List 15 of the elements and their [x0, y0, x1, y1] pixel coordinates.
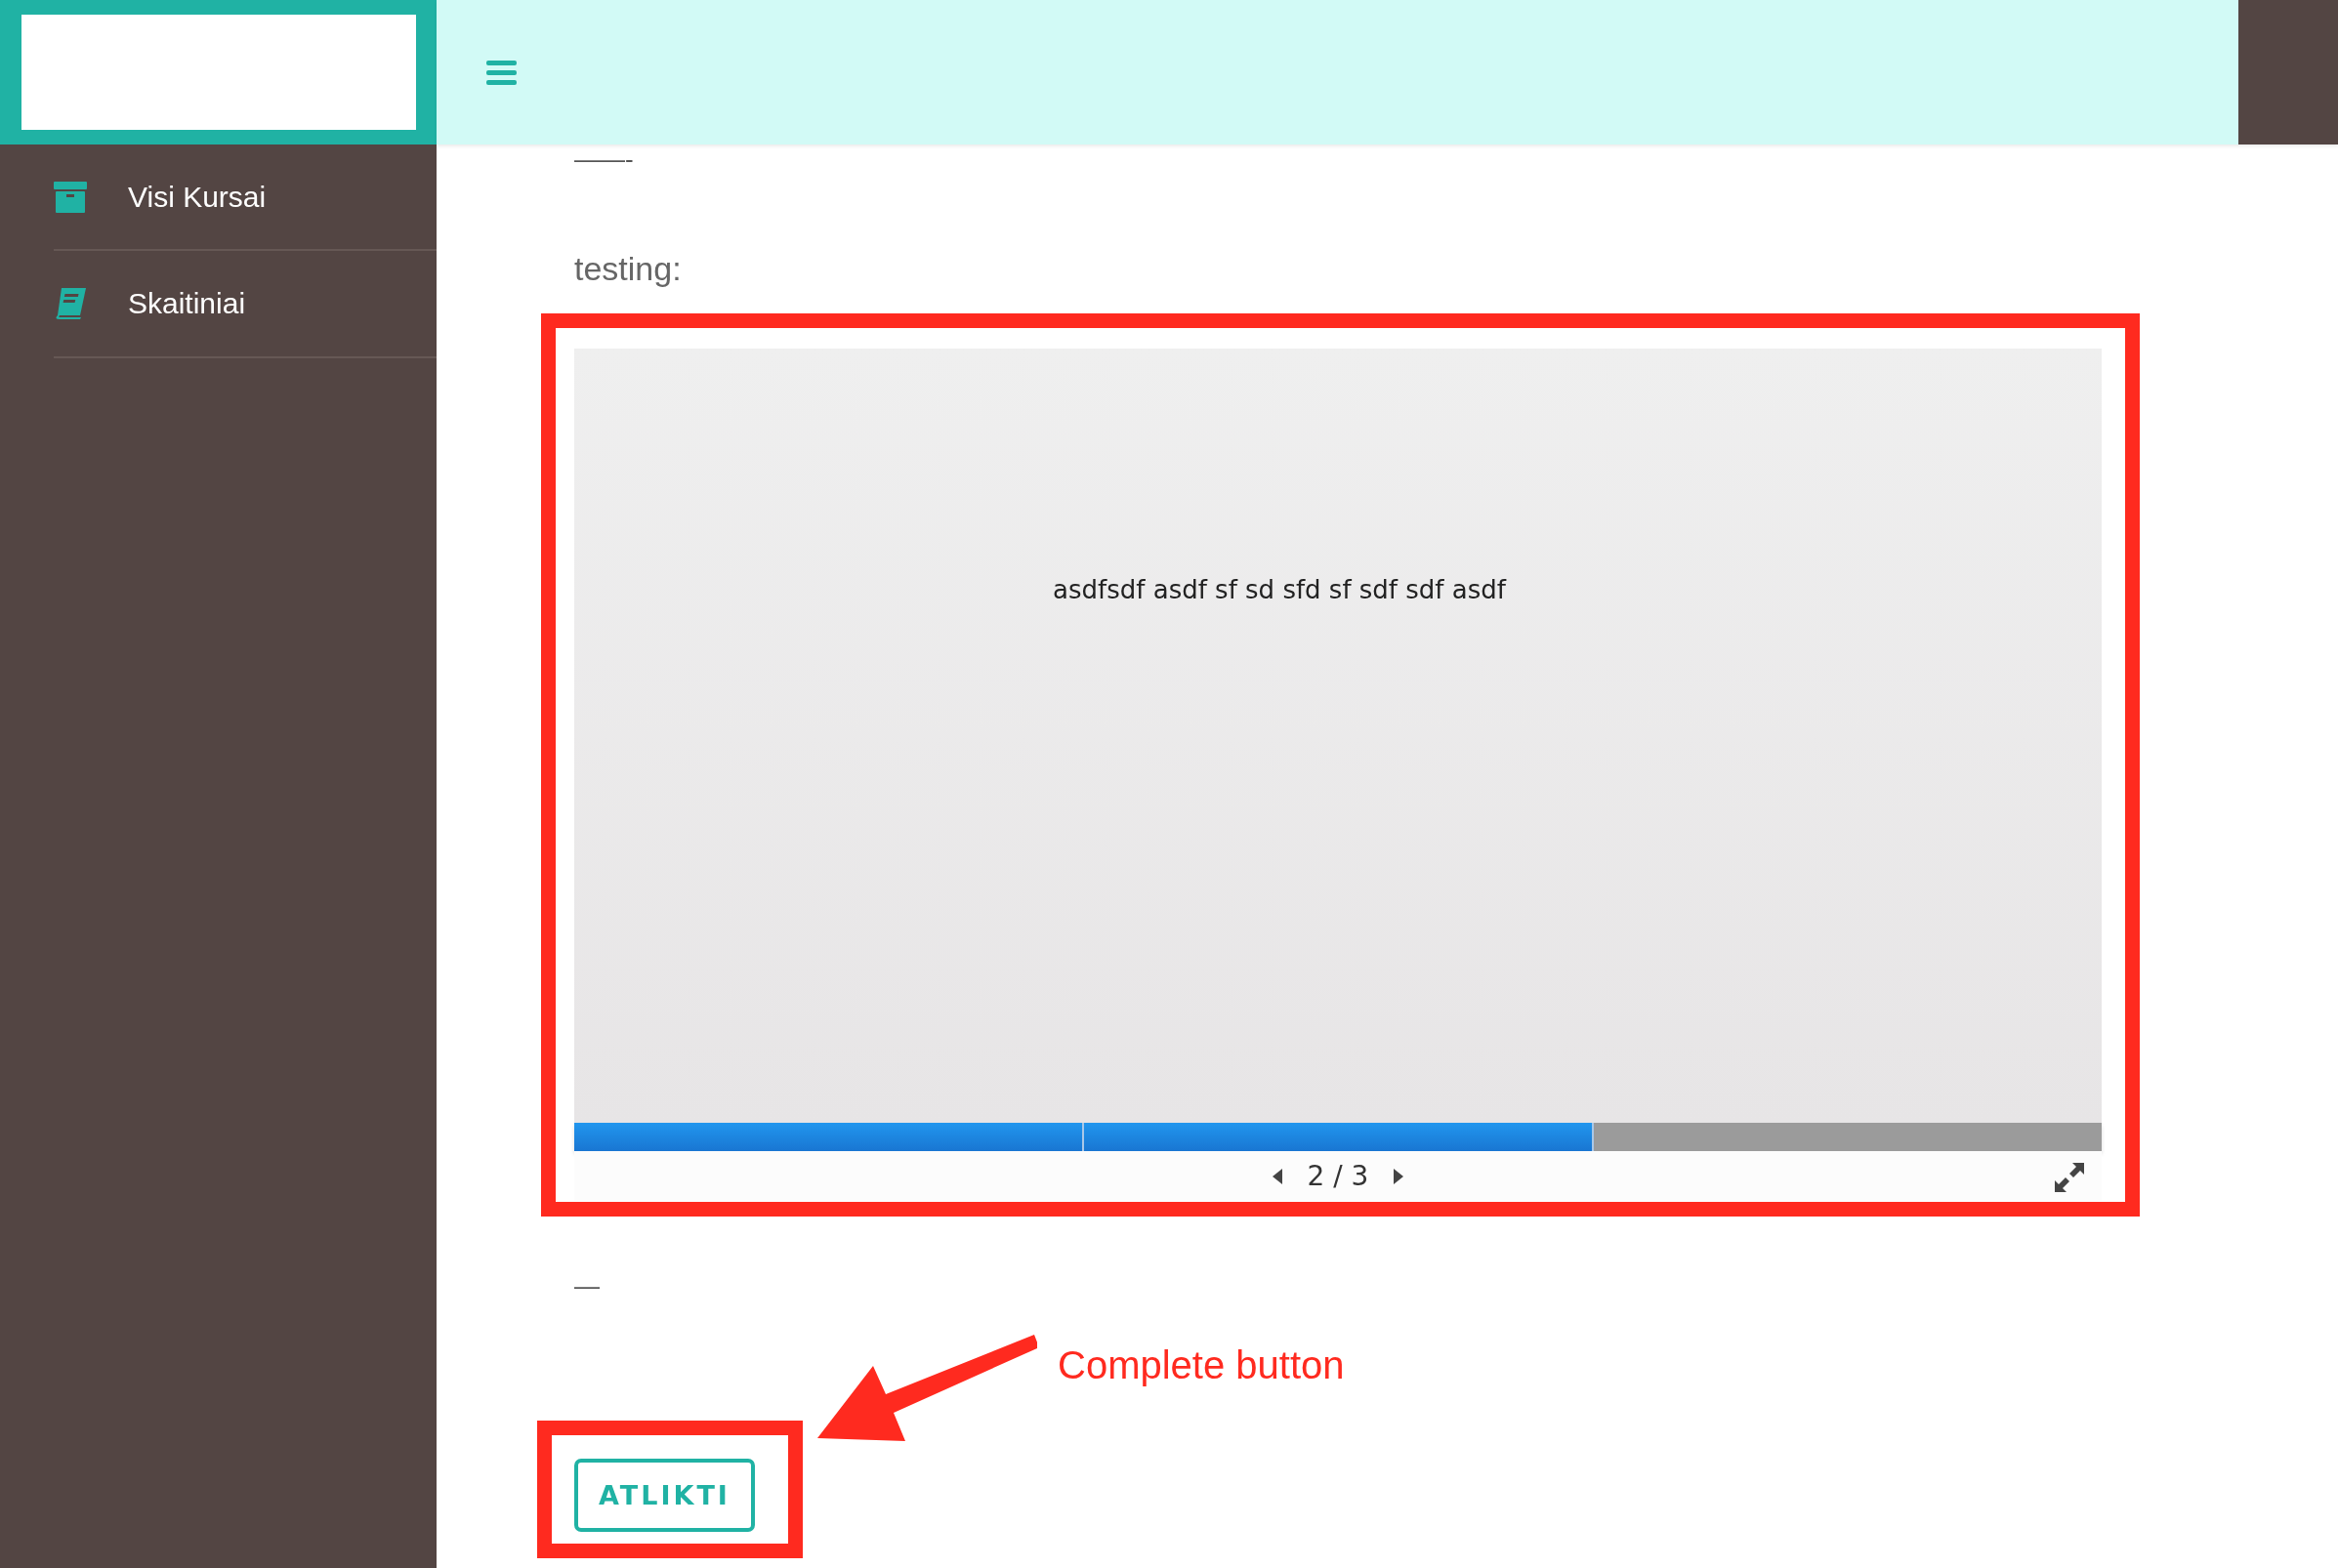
separator-text: —: [574, 1271, 600, 1300]
menu-icon: [486, 60, 517, 85]
previous-button[interactable]: [1272, 1168, 1282, 1184]
page-counter: 2 / 3: [1307, 1160, 1369, 1192]
fullscreen-button[interactable]: [2055, 1163, 2084, 1192]
caret-left-icon: [1272, 1168, 1282, 1184]
annotation-label: Complete button: [1058, 1343, 1345, 1387]
caret-right-icon: [1394, 1168, 1404, 1184]
section-heading: testing:: [574, 249, 682, 288]
archive-box-icon: [54, 181, 87, 213]
expand-arrows-icon: [2055, 1163, 2084, 1192]
book-icon: [54, 287, 87, 320]
separator-text: ——-: [574, 144, 634, 174]
next-button[interactable]: [1394, 1168, 1404, 1184]
slide-text: asdfsdf asdf sf sd sfd sf sdf sdf asdf: [1053, 575, 1506, 606]
